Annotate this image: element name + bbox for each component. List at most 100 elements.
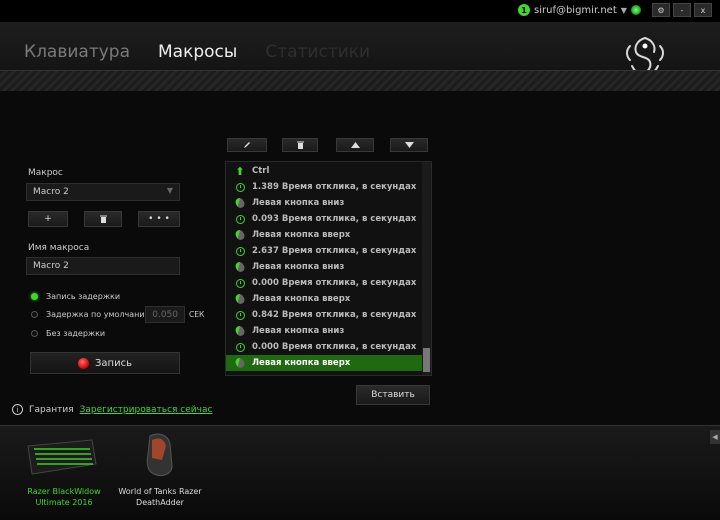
tab-keyboard[interactable]: Клавиатура xyxy=(24,42,130,62)
clock-icon xyxy=(234,245,246,257)
more-options-button[interactable]: • • • xyxy=(138,211,180,227)
radio-no-delay[interactable]: Без задержки xyxy=(31,329,105,338)
mouse-icon xyxy=(234,324,246,338)
clock-icon xyxy=(234,277,246,289)
list-item[interactable]: Левая кнопка вниз xyxy=(226,195,422,211)
list-item[interactable]: 1.389 Время отклика, в секундах xyxy=(226,179,422,195)
list-item-text: Левая кнопка вверх xyxy=(252,294,351,304)
clock-icon xyxy=(234,341,246,353)
settings-button[interactable]: ⚙ xyxy=(652,3,670,17)
mouse-icon xyxy=(234,228,246,242)
mouse-icon xyxy=(234,356,246,370)
move-up-button[interactable] xyxy=(336,138,374,152)
record-icon xyxy=(78,357,90,369)
account-area[interactable]: 1 siruf@bigmir.net ▼ xyxy=(518,4,641,16)
list-item-text: 2.637 Время отклика, в секундах xyxy=(252,246,417,256)
insert-button[interactable]: Вставить xyxy=(356,385,430,405)
radio-dot[interactable] xyxy=(31,311,38,318)
default-delay-field[interactable]: 0.050 xyxy=(145,306,185,323)
list-item-text: 0.842 Время отклика, в секундах xyxy=(252,310,417,320)
list-item[interactable]: 0.000 Время отклика, в секундах xyxy=(226,275,422,291)
up-arrow-icon: ⬆ xyxy=(235,164,245,178)
list-item-text: 0.000 Время отклика, в секундах xyxy=(252,342,417,352)
list-item-text: Левая кнопка вниз xyxy=(252,326,345,336)
macro-select[interactable]: Macro 2 ▼ xyxy=(26,183,180,201)
device-name-line1: Razer BlackWidow xyxy=(27,487,101,496)
list-item[interactable]: Левая кнопка вверх xyxy=(226,291,422,307)
device-name-line1: World of Tanks Razer xyxy=(118,487,202,496)
register-now-link[interactable]: Зарегистрироваться сейчас xyxy=(80,405,213,415)
triangle-down-icon xyxy=(404,142,414,148)
chevron-down-icon: ▼ xyxy=(166,186,173,195)
window-controls: ⚙ - x xyxy=(652,3,712,17)
radio-dot[interactable] xyxy=(31,293,38,300)
radio-record-delay-label: Запись задержки xyxy=(46,292,121,301)
keyboard-device-icon[interactable] xyxy=(26,438,98,476)
scrollbar-thumb[interactable] xyxy=(423,348,430,372)
header-stripe xyxy=(0,70,720,92)
edit-button[interactable] xyxy=(227,138,267,152)
list-item[interactable]: 2.637 Время отклика, в секундах xyxy=(226,243,422,259)
chevron-down-icon[interactable]: ▼ xyxy=(621,6,627,15)
macro-name-field[interactable]: Macro 2 xyxy=(26,257,180,275)
radio-no-delay-label: Без задержки xyxy=(46,329,106,338)
radio-default-delay-label: Задержка по умолчанию xyxy=(46,310,152,319)
list-item[interactable]: 0.842 Время отклика, в секундах xyxy=(226,307,422,323)
radio-dot[interactable] xyxy=(31,330,38,337)
clock-icon xyxy=(234,309,246,321)
record-button[interactable]: Запись xyxy=(30,352,180,374)
mouse-device-icon[interactable] xyxy=(142,432,176,478)
title-bar: 1 siruf@bigmir.net ▼ ⚙ - x xyxy=(0,0,720,22)
account-email[interactable]: siruf@bigmir.net xyxy=(534,5,617,16)
device-blackwidow[interactable]: Razer BlackWidow Ultimate 2016 xyxy=(16,486,112,508)
warranty-row: i Гарантия Зарегистрироваться сейчас xyxy=(12,404,212,415)
macro-select-value: Macro 2 xyxy=(33,187,69,197)
radio-default-delay[interactable]: Задержка по умолчанию xyxy=(31,310,151,319)
device-bar: Razer BlackWidow Ultimate 2016 World of … xyxy=(0,425,720,520)
record-button-label: Запись xyxy=(95,357,132,369)
warranty-label: Гарантия xyxy=(29,404,74,415)
tab-bar: Клавиатура Макросы Статистики xyxy=(24,42,370,62)
macro-label: Макрос xyxy=(28,168,63,178)
clock-icon xyxy=(234,181,246,193)
list-item-text: 0.093 Время отклика, в секундах xyxy=(252,214,417,224)
list-item[interactable]: 0.000 Время отклика, в секундах xyxy=(226,339,422,355)
tab-macros[interactable]: Макросы xyxy=(158,42,237,62)
list-item-selected[interactable]: Левая кнопка вверх xyxy=(226,355,422,371)
delete-macro-button[interactable] xyxy=(84,211,122,227)
list-item[interactable]: Левая кнопка вверх xyxy=(226,227,422,243)
list-item-text: 1.389 Время отклика, в секундах xyxy=(252,182,417,192)
delete-button[interactable] xyxy=(282,138,318,152)
close-button[interactable]: x xyxy=(694,3,712,17)
radio-record-delay[interactable]: Запись задержки xyxy=(31,292,120,301)
device-name-line2: Ultimate 2016 xyxy=(35,498,93,507)
list-item[interactable]: ⬆ Ctrl xyxy=(226,163,422,179)
move-down-button[interactable] xyxy=(390,138,428,152)
info-icon: i xyxy=(12,404,23,415)
list-item[interactable]: Левая кнопка вниз xyxy=(226,323,422,339)
macro-event-list[interactable]: ⬆ Ctrl 1.389 Время отклика, в секундах Лева… xyxy=(225,161,432,376)
tab-statistics[interactable]: Статистики xyxy=(265,42,370,62)
device-deathadder[interactable]: World of Tanks Razer DeathAdder xyxy=(110,486,210,508)
online-status-icon xyxy=(630,5,641,15)
pencil-icon xyxy=(244,142,250,148)
minimize-button[interactable]: - xyxy=(673,3,691,17)
device-scroll-left-icon[interactable]: ◀ xyxy=(710,430,720,444)
trash-icon xyxy=(296,141,304,149)
add-macro-button[interactable]: + xyxy=(28,211,68,227)
notification-badge[interactable]: 1 xyxy=(518,4,530,16)
list-item-text: Левая кнопка вверх xyxy=(252,230,351,240)
list-item[interactable]: 0.093 Время отклика, в секундах xyxy=(226,211,422,227)
list-scrollbar[interactable] xyxy=(422,162,431,375)
header: Клавиатура Макросы Статистики xyxy=(0,22,720,92)
mouse-icon xyxy=(234,196,246,210)
list-item-text: Левая кнопка вниз xyxy=(252,262,345,272)
list-item-text: Ctrl xyxy=(252,166,270,176)
list-item-text: Левая кнопка вниз xyxy=(252,198,345,208)
macro-name-label: Имя макроса xyxy=(28,243,90,253)
delay-unit-label: СЕК xyxy=(189,310,205,319)
device-name-line2: DeathAdder xyxy=(136,498,184,507)
mouse-icon xyxy=(234,260,246,274)
list-item-text: 0.000 Время отклика, в секундах xyxy=(252,278,417,288)
list-item[interactable]: Левая кнопка вниз xyxy=(226,259,422,275)
